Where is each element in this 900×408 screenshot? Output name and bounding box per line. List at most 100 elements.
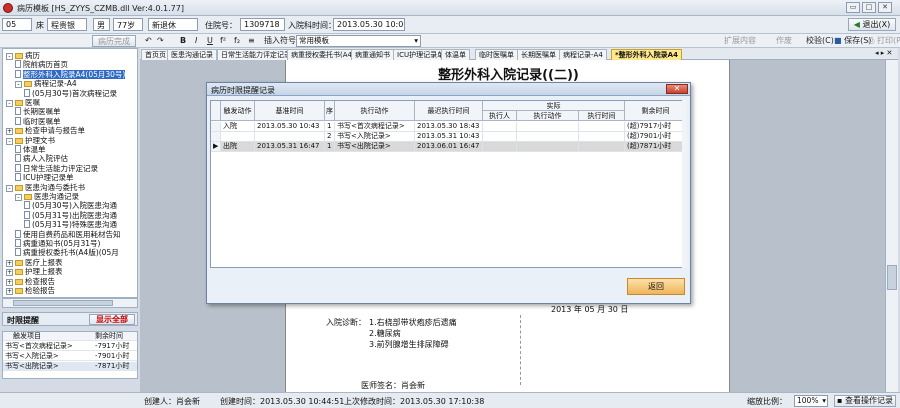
print-button[interactable]: ⎙ 打印(P) — [868, 35, 900, 47]
col-remaining: 剩余时间 — [625, 101, 686, 121]
scroll-thumb[interactable] — [13, 300, 113, 306]
collapse-icon[interactable]: - — [6, 100, 13, 107]
insert-symbol-select[interactable]: 常用模板 ▾ — [296, 35, 421, 47]
grid-cell-base-time[interactable]: 2013.05.30 10:43 — [255, 122, 325, 132]
document-vertical-scrollbar[interactable] — [885, 60, 898, 392]
dialog-close-button[interactable]: ✕ — [666, 84, 688, 94]
minimize-button[interactable]: ▭ — [846, 2, 860, 13]
align-icon[interactable]: ≡ — [248, 35, 255, 47]
folder-icon — [15, 137, 23, 144]
exit-button[interactable]: ◀ 退出(X) — [848, 18, 896, 31]
grid-cell-seq[interactable]: 1 — [325, 142, 335, 152]
grid-cell-executor[interactable] — [483, 132, 517, 142]
document-tab[interactable]: 日常生活能力评定记录 — [217, 49, 295, 60]
document-tab[interactable]: 临时医嘱单 — [475, 49, 518, 60]
diagnosis-1: 1.右桡部带状疱疹后遗痛 — [369, 318, 457, 327]
document-tab[interactable]: *整形外科入院录A4 — [611, 49, 682, 60]
expand-icon[interactable]: + — [6, 288, 13, 295]
document-tab[interactable]: 病程记录-A4 — [559, 49, 607, 60]
document-tab[interactable]: 首页页 — [141, 49, 170, 60]
gender-field: 男 — [93, 18, 110, 31]
grid-cell-deadline[interactable]: 2013.05.31 10:43 — [415, 132, 483, 142]
grid-cell-exec-time[interactable] — [579, 132, 625, 142]
invalidate-button[interactable]: 作废 — [776, 35, 792, 47]
doctor-signature: 医师签名：肖会新 — [361, 380, 425, 391]
reminder-row[interactable]: 书写<出院记录> -7871小时 — [3, 362, 137, 371]
validate-button[interactable]: 校验(C) — [806, 35, 834, 47]
grid-cell-deadline[interactable]: 2013.06.01 16:47 — [415, 142, 483, 152]
diagnosis-2: 2.糖尿病 — [369, 329, 401, 338]
document-icon — [15, 145, 21, 153]
maximize-button[interactable]: □ — [862, 2, 876, 13]
grid-cell-remaining[interactable]: (超)7901小时 — [625, 132, 686, 142]
grid-cell-action[interactable]: 书写<入院记录> — [335, 132, 415, 142]
collapse-icon[interactable]: - — [15, 194, 22, 201]
grid-cell-executor[interactable] — [483, 142, 517, 152]
document-tab[interactable]: 医患沟通记录 — [167, 49, 217, 60]
row-indicator — [211, 132, 221, 142]
grid-cell-exec-action[interactable] — [517, 142, 579, 152]
grid-cell-exec-action[interactable] — [517, 122, 579, 132]
grid-cell-executor[interactable] — [483, 122, 517, 132]
close-window-button[interactable]: ✕ — [878, 2, 892, 13]
grid-cell-seq[interactable]: 1 — [325, 122, 335, 132]
collapse-icon[interactable]: - — [15, 81, 22, 89]
admit-time-field: 2013.05.30 10:00 — [333, 18, 405, 31]
collapse-icon[interactable]: - — [6, 137, 13, 145]
complete-button[interactable]: 病历完成 — [92, 35, 136, 47]
reminder-time: -7871小时 — [95, 362, 130, 370]
tree-item-label: (05月30号)首次病程记录 — [32, 88, 117, 98]
grid-cell-action[interactable]: 书写<出院记录> — [335, 142, 415, 152]
grid-cell-remaining[interactable]: (超)7871小时 — [625, 142, 686, 152]
grid-cell-exec-action[interactable] — [517, 132, 579, 142]
grid-cell-trigger[interactable] — [221, 132, 255, 142]
grid-cell-base-time[interactable] — [255, 132, 325, 142]
document-tab[interactable]: ICU护理记录单 — [393, 49, 449, 60]
subscript-button[interactable]: f₂ — [234, 35, 240, 47]
reminder-row[interactable]: 书写<入院记录> -7901小时 — [3, 352, 137, 361]
grid-cell-remaining[interactable]: (超)7917小时 — [625, 122, 686, 132]
scroll-thumb[interactable] — [887, 265, 897, 290]
col-action: 执行动作 — [335, 101, 415, 121]
reminder-time: -7901小时 — [95, 352, 130, 360]
grid-cell-seq[interactable]: 2 — [325, 132, 335, 142]
folder-icon — [15, 288, 23, 294]
collapse-icon[interactable]: - — [6, 53, 13, 60]
expand-content-button[interactable]: 扩展内容 — [724, 35, 756, 47]
grid-scrollbar[interactable] — [682, 100, 687, 268]
collapse-icon[interactable]: - — [6, 184, 13, 192]
document-tab[interactable]: 病重通知书 — [351, 49, 394, 60]
show-all-button[interactable]: 显示全部 — [89, 314, 135, 325]
grid-cell-base-time[interactable]: 2013.05.31 16:47 — [255, 142, 325, 152]
italic-button[interactable]: I — [195, 35, 197, 47]
grid-cell-exec-time[interactable] — [579, 142, 625, 152]
grid-cell-action[interactable]: 书写<首次病程记录> — [335, 122, 415, 132]
underline-button[interactable]: U — [207, 35, 213, 47]
view-log-button[interactable]: ▪ 查看操作记录 — [834, 395, 896, 407]
patient-name-field: 程贵银 — [47, 18, 87, 31]
undo-icon[interactable]: ↶ — [145, 35, 152, 47]
window-title: 病历模板 [HS_ZYYS_CZMB.dll Ver:4.0.1.77] — [17, 4, 184, 13]
zoom-select[interactable]: 100% ▾ — [794, 395, 828, 407]
tree-item[interactable]: + 检验报告 — [6, 285, 55, 296]
document-icon — [15, 163, 21, 172]
return-button[interactable]: 返回 — [627, 278, 685, 295]
redo-icon[interactable]: ↷ — [157, 35, 164, 47]
col-trigger: 触发动作 — [221, 101, 255, 121]
document-tab[interactable]: 体温单 — [441, 49, 470, 60]
reminder-row[interactable]: 书写<首次病程记录> -7917小时 — [3, 342, 137, 351]
grid-cell-deadline[interactable]: 2013.05.30 18:43 — [415, 122, 483, 132]
save-button[interactable]: ■ 保存(S) — [834, 35, 871, 47]
bold-button[interactable]: B — [180, 35, 186, 47]
reminder-item: 书写<出院记录> — [5, 362, 59, 370]
tab-scroll-arrows[interactable]: ◂ ▸ ✕ — [875, 49, 892, 57]
document-tab[interactable]: 长期医嘱单 — [517, 49, 560, 60]
tree-horizontal-scrollbar[interactable] — [2, 298, 138, 308]
grid-cell-trigger[interactable]: 出院 — [221, 142, 255, 152]
superscript-button[interactable]: f² — [220, 35, 226, 47]
col-seq: 序 — [325, 101, 335, 121]
grid-cell-exec-time[interactable] — [579, 122, 625, 132]
exit-icon: ◀ — [853, 20, 860, 29]
chevron-down-icon: ▾ — [414, 36, 418, 45]
grid-cell-trigger[interactable]: 入院 — [221, 122, 255, 132]
